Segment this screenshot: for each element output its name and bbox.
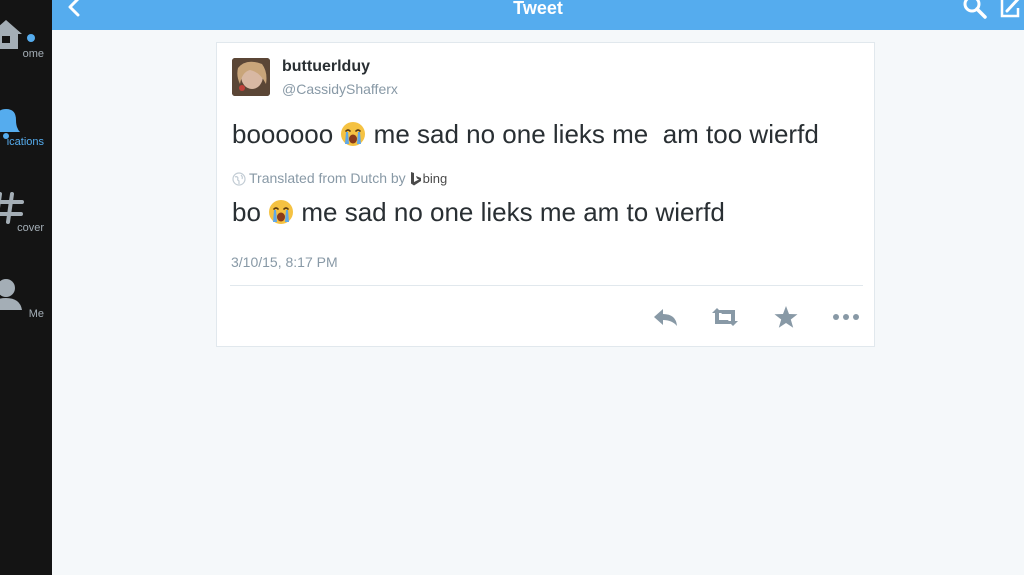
tweet-timestamp: 3/10/15, 8:17 PM (231, 254, 338, 270)
avatar-image (232, 58, 270, 96)
sidebar-item-label: ome (22, 48, 44, 60)
avatar[interactable] (232, 58, 270, 96)
sidebar-item-discover[interactable]: cover (0, 188, 52, 258)
sidebar-item-label: Me (28, 308, 44, 320)
translated-text-part: bo (232, 197, 269, 227)
page-title: Tweet (513, 0, 563, 18)
divider (230, 285, 863, 286)
sidebar-item-notifications[interactable]: ications (0, 102, 52, 172)
sidebar-item-label: cover (17, 222, 44, 234)
translation-label: Translated from Dutch by (249, 170, 406, 186)
sidebar: ome ications cover Me (0, 0, 52, 575)
translated-tweet-text: bo me sad no one lieks me am to wierfd (232, 197, 725, 228)
user-handle: @CassidyShafferx (282, 81, 398, 97)
tweet-text: boooooo me sad no one lieks me am too wi… (232, 119, 819, 150)
favorite-button[interactable] (772, 305, 800, 329)
sidebar-item-label: ications (6, 136, 44, 148)
tweet-card: buttuerlduy @CassidyShafferx boooooo me … (216, 42, 875, 347)
translated-text-part: me sad no one lieks me am to wierfd (294, 197, 725, 227)
top-bar: Tweet (52, 0, 1024, 30)
display-name[interactable]: buttuerlduy (282, 58, 370, 76)
compose-icon[interactable] (998, 0, 1024, 20)
translator-name: bing (422, 171, 448, 186)
tweet-text-part: boooooo (232, 119, 341, 149)
retweet-button[interactable] (711, 305, 739, 329)
person-icon (0, 279, 22, 310)
retweet-icon (712, 308, 738, 326)
reply-icon (654, 309, 677, 326)
more-button[interactable] (832, 305, 860, 329)
sidebar-item-me[interactable]: Me (0, 274, 52, 344)
globe-icon (232, 172, 246, 186)
sidebar-item-home[interactable]: ome (0, 14, 52, 84)
crying-face-emoji-icon (341, 122, 366, 146)
star-icon (774, 306, 798, 328)
tweet-text-part: me sad no one lieks me am too wierfd (366, 119, 819, 149)
search-icon[interactable] (962, 0, 988, 20)
crying-face-emoji-icon (269, 200, 294, 224)
reply-button[interactable] (652, 305, 680, 329)
notification-dot (27, 34, 35, 42)
bing-logo-icon (410, 172, 421, 186)
translation-attribution: Translated from Dutch by bing (232, 170, 447, 188)
more-icon (833, 314, 859, 320)
